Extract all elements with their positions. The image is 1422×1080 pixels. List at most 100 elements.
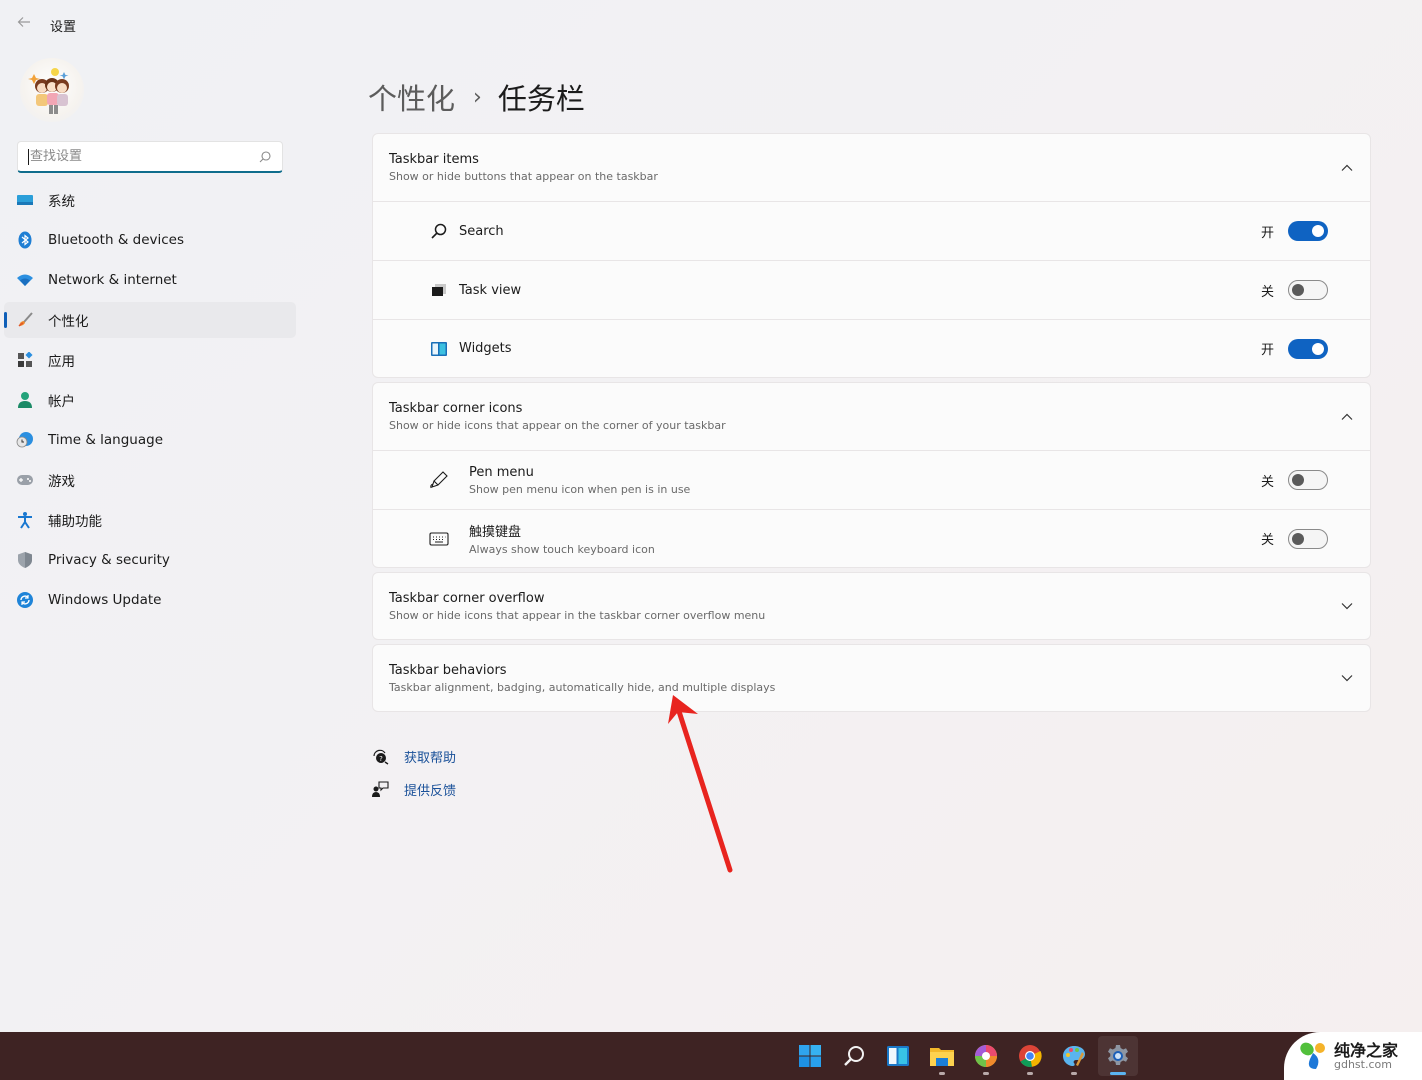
taskbar-items-header[interactable]: Taskbar items Show or hide buttons that … — [373, 134, 1370, 201]
sidebar-item-label: 游戏 — [48, 474, 75, 490]
watermark-domain: gdhst.com — [1334, 1057, 1392, 1071]
sidebar-item-label: Bluetooth & devices — [48, 232, 185, 248]
sidebar-item-label: Privacy & security — [48, 552, 170, 568]
toggle-knob — [1292, 474, 1304, 486]
account-icon — [16, 391, 34, 409]
keyboard-icon — [429, 529, 449, 549]
gamepad-icon — [16, 471, 34, 489]
chevron-up-icon[interactable] — [1340, 161, 1354, 175]
running-indicator — [1027, 1072, 1033, 1075]
sidebar-item-label: 辅助功能 — [48, 514, 102, 530]
taskbar-behaviors-header[interactable]: Taskbar behaviors Taskbar alignment, bad… — [373, 645, 1370, 711]
windows-taskbar — [0, 1032, 1422, 1080]
widgets-toggle[interactable] — [1288, 338, 1328, 359]
search-toggle[interactable] — [1288, 221, 1328, 241]
settings-search-input[interactable] — [30, 149, 258, 164]
sidebar-item-system[interactable]: 系统 — [4, 182, 296, 218]
site-watermark: 纯净之家 gdhst.com — [1284, 1032, 1422, 1080]
touch-keyboard-toggle[interactable] — [1288, 528, 1328, 549]
section-title: Taskbar corner overflow — [389, 590, 545, 606]
sidebar-item-network[interactable]: Network & internet — [4, 262, 296, 298]
breadcrumb: 个性化 › 任务栏 — [368, 76, 585, 118]
taskbar-paint[interactable] — [1054, 1036, 1094, 1076]
taskbar-corner-overflow-section[interactable]: Taskbar corner overflow Show or hide ico… — [372, 572, 1371, 640]
taskbar-photos-app[interactable] — [966, 1036, 1006, 1076]
sidebar-item-accounts[interactable]: 帐户 — [4, 382, 296, 418]
sidebar-item-bluetooth[interactable]: Bluetooth & devices — [4, 222, 296, 258]
toggle-knob — [1292, 532, 1304, 545]
breadcrumb-parent[interactable]: 个性化 — [368, 76, 455, 118]
link-label[interactable]: 获取帮助 — [404, 747, 456, 766]
sidebar-item-label: 个性化 — [48, 314, 89, 330]
sidebar-item-accessibility[interactable]: 辅助功能 — [4, 502, 296, 538]
back-button[interactable] — [14, 14, 34, 34]
section-title: Taskbar items — [389, 152, 479, 167]
toggle-state-label: 开 — [1260, 225, 1274, 241]
row-label: Pen menu — [469, 464, 534, 480]
toggle-state-label: 关 — [1260, 474, 1274, 490]
toggle-row-widgets: Widgets 开 — [373, 319, 1370, 377]
sidebar-item-apps[interactable]: 应用 — [4, 342, 296, 378]
page-title: 任务栏 — [497, 82, 585, 116]
watermark-logo-icon — [1300, 1042, 1325, 1069]
widgets-icon — [429, 339, 449, 359]
taskbar-settings[interactable] — [1098, 1036, 1138, 1076]
taskbar-corner-icons-header[interactable]: Taskbar corner icons Show or hide icons … — [373, 383, 1370, 450]
get-help-link[interactable]: ? 获取帮助 — [370, 744, 456, 768]
sidebar-item-windows-update[interactable]: Windows Update — [4, 582, 296, 618]
sidebar-item-label: 系统 — [48, 194, 75, 210]
pinwheel-icon — [975, 1045, 997, 1067]
taskbar-search-button[interactable] — [834, 1036, 874, 1076]
toggle-state-label: 关 — [1260, 284, 1274, 300]
taskbar-items-section: Taskbar items Show or hide buttons that … — [372, 133, 1371, 378]
taskbar-file-explorer[interactable] — [922, 1036, 962, 1076]
update-sync-icon — [16, 591, 34, 609]
pen-icon — [429, 470, 449, 490]
taskbar-behaviors-section[interactable]: Taskbar behaviors Taskbar alignment, bad… — [372, 644, 1371, 712]
section-title: Taskbar corner icons — [389, 401, 523, 416]
toggle-row-search: Search 开 — [373, 201, 1370, 260]
wifi-icon — [16, 271, 34, 289]
taskbar-corner-overflow-header[interactable]: Taskbar corner overflow Show or hide ico… — [373, 573, 1370, 639]
chevron-down-icon[interactable] — [1340, 599, 1354, 613]
breadcrumb-separator: › — [473, 84, 482, 110]
toggle-state-label: 开 — [1260, 343, 1274, 358]
taskbar-widgets-button[interactable] — [878, 1036, 918, 1076]
section-title: Taskbar behaviors — [389, 662, 507, 678]
give-feedback-link[interactable]: 提供反馈 — [370, 777, 456, 801]
settings-search-box[interactable] — [17, 141, 283, 173]
chevron-up-icon[interactable] — [1340, 410, 1354, 424]
taskbar-start-button[interactable] — [790, 1036, 830, 1076]
taskbar-corner-icons-section: Taskbar corner icons Show or hide icons … — [372, 382, 1371, 568]
sidebar-item-personalization[interactable]: 个性化 — [4, 302, 296, 338]
task-view-toggle[interactable] — [1288, 280, 1328, 300]
sidebar-item-privacy-security[interactable]: Privacy & security — [4, 542, 296, 578]
row-sublabel: Always show touch keyboard icon — [469, 543, 655, 556]
link-label[interactable]: 提供反馈 — [404, 780, 456, 799]
clock-globe-icon — [16, 431, 34, 449]
running-indicator — [1071, 1072, 1077, 1075]
toggle-knob — [1292, 284, 1304, 296]
widgets-icon — [887, 1046, 909, 1066]
app-title: 设置 — [50, 20, 77, 35]
task-view-icon — [429, 280, 449, 300]
user-avatar[interactable] — [20, 58, 84, 122]
toggle-row-touch-keyboard: 触摸键盘 Always show touch keyboard icon 关 — [373, 509, 1370, 567]
running-indicator — [939, 1072, 945, 1075]
search-icon[interactable] — [258, 150, 272, 164]
taskbar-chrome[interactable] — [1010, 1036, 1050, 1076]
sidebar-item-time-language[interactable]: Time & language — [4, 422, 296, 458]
search-icon — [429, 221, 449, 241]
shield-icon — [16, 551, 34, 569]
sidebar-item-gaming[interactable]: 游戏 — [4, 462, 296, 498]
taskbar-app-icons — [790, 1032, 1142, 1080]
chevron-down-icon[interactable] — [1340, 671, 1354, 685]
pen-menu-toggle[interactable] — [1288, 470, 1328, 490]
help-links: ? 获取帮助 提供反馈 — [370, 744, 456, 810]
back-arrow-icon — [17, 17, 30, 27]
sidebar-nav: 系统 Bluetooth & devices Network & interne… — [4, 182, 296, 622]
row-label: 触摸键盘 — [469, 525, 522, 540]
title-bar: 设置 — [0, 0, 1422, 48]
toggle-knob — [1312, 342, 1324, 355]
row-label: Search — [459, 223, 504, 239]
